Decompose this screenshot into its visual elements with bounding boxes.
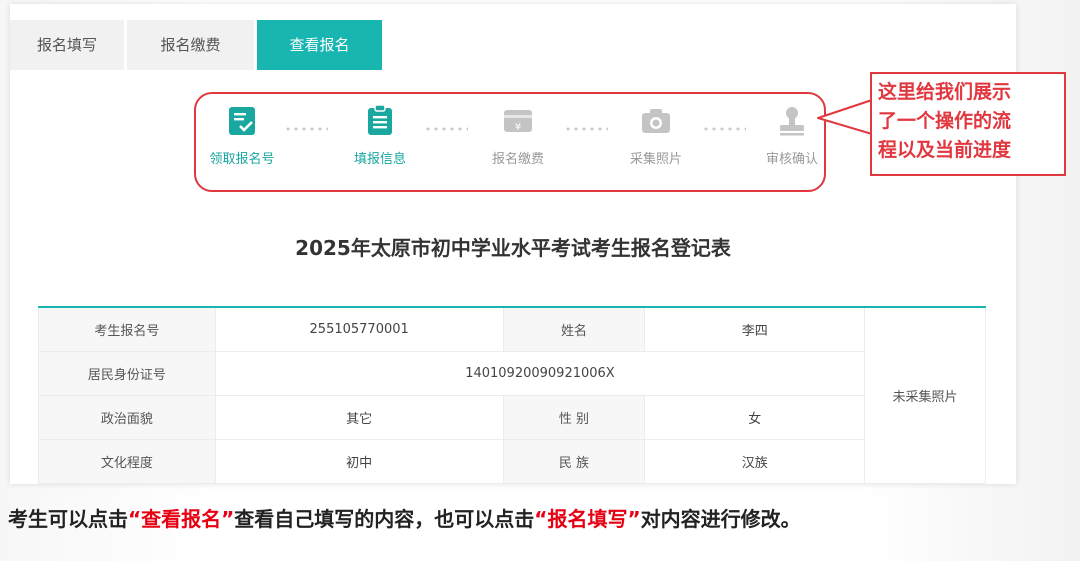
callout-line: 程以及当前进度 bbox=[878, 139, 1012, 161]
step-fill-info: 填报信息 bbox=[330, 104, 430, 167]
callout-pointer bbox=[817, 99, 876, 135]
step-payment: ¥ 报名缴费 bbox=[468, 104, 568, 167]
tab-bar: 报名填写 报名缴费 查看报名 bbox=[10, 20, 1016, 70]
value-exam-number: 255105770001 bbox=[214, 306, 504, 352]
step-label: 审核确认 bbox=[765, 152, 818, 167]
table-row: 居民身份证号 14010920090921006X bbox=[38, 351, 986, 396]
annotation-callout: 这里给我们展示 了一个操作的流 程以及当前进度 bbox=[870, 72, 1066, 176]
label-gender: 性 别 bbox=[502, 395, 646, 440]
clipboard-check-icon bbox=[229, 107, 255, 135]
step-label: 填报信息 bbox=[353, 152, 406, 167]
step-connector bbox=[424, 127, 468, 131]
step-connector bbox=[564, 127, 608, 131]
callout-line: 这里给我们展示 bbox=[878, 81, 1012, 103]
caption-highlight-fill: “报名填写” bbox=[534, 507, 641, 531]
callout-line: 了一个操作的流 bbox=[878, 110, 1012, 132]
value-name: 李四 bbox=[644, 306, 866, 352]
form-title: 2025年太原市初中学业水平考试考生报名登记表 bbox=[295, 236, 731, 260]
camera-icon bbox=[642, 109, 670, 133]
tab-registration-payment[interactable]: 报名缴费 bbox=[127, 20, 254, 70]
table-row: 政治面貌 其它 性 别 女 bbox=[38, 395, 986, 440]
svg-text:¥: ¥ bbox=[515, 122, 521, 133]
caption-text: 对内容进行修改。 bbox=[640, 507, 801, 531]
label-ethnicity: 民 族 bbox=[502, 439, 646, 484]
photo-placeholder: 未采集照片 bbox=[864, 306, 986, 484]
progress-steps: 领取报名号 填报信息 ¥ 报名缴费 采集照片 审核确认 bbox=[194, 92, 826, 192]
value-id-number: 14010920090921006X bbox=[214, 351, 866, 396]
step-photo: 采集照片 bbox=[606, 104, 706, 167]
step-connector bbox=[702, 127, 746, 131]
step-get-number: 领取报名号 bbox=[192, 104, 292, 167]
value-political-status: 其它 bbox=[214, 395, 504, 440]
tab-fill-registration[interactable]: 报名填写 bbox=[10, 20, 124, 70]
step-label: 采集照片 bbox=[629, 152, 682, 167]
label-exam-number: 考生报名号 bbox=[38, 306, 216, 352]
step-label: 报名缴费 bbox=[491, 152, 544, 167]
label-name: 姓名 bbox=[502, 306, 646, 352]
value-gender: 女 bbox=[644, 395, 866, 440]
stamp-icon bbox=[780, 107, 804, 136]
value-ethnicity: 汉族 bbox=[644, 439, 866, 484]
table-row: 文化程度 初中 民 族 汉族 bbox=[38, 439, 986, 484]
registration-table: 考生报名号 255105770001 姓名 李四 未采集照片 居民身份证号 14… bbox=[38, 306, 986, 484]
label-political-status: 政治面貌 bbox=[38, 395, 216, 440]
yuan-card-icon: ¥ bbox=[504, 110, 532, 133]
value-education: 初中 bbox=[214, 439, 504, 484]
tab-view-registration[interactable]: 查看报名 bbox=[257, 20, 382, 70]
step-label: 领取报名号 bbox=[209, 152, 275, 167]
caption-highlight-view: “查看报名” bbox=[128, 507, 235, 531]
table-row: 考生报名号 255105770001 姓名 李四 未采集照片 bbox=[38, 306, 986, 484]
label-id-number: 居民身份证号 bbox=[38, 351, 216, 396]
clipboard-list-icon bbox=[368, 104, 392, 135]
registration-panel: 报名填写 报名缴费 查看报名 领取报名号 填报信息 ¥ 报名缴费 采集照片 审核… bbox=[10, 4, 1016, 484]
caption-text: 查看自己填写的内容，也可以点击 bbox=[234, 507, 535, 531]
step-connector bbox=[284, 127, 328, 131]
instruction-caption: 考生可以点击“查看报名”查看自己填写的内容，也可以点击“报名填写”对内容进行修改… bbox=[8, 503, 1078, 532]
label-education: 文化程度 bbox=[38, 439, 216, 484]
caption-text: 考生可以点击 bbox=[8, 507, 128, 531]
